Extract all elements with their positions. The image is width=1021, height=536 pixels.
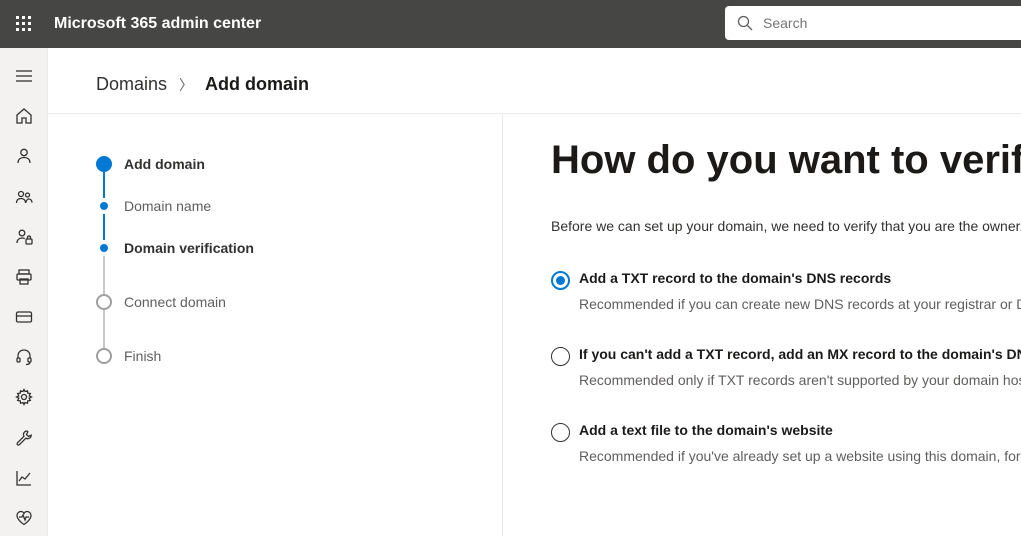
step-connect-domain: Connect domain: [96, 294, 502, 310]
step-label: Connect domain: [124, 294, 226, 310]
breadcrumb-current: Add domain: [205, 74, 309, 95]
step-marker-icon: [96, 348, 112, 364]
nav-groups[interactable]: [0, 179, 48, 215]
step-finish: Finish: [96, 348, 502, 364]
nav-setup[interactable]: [0, 420, 48, 456]
option-desc: Recommended if you can create new DNS re…: [579, 296, 1021, 312]
verification-panel: How do you want to verify your domain? B…: [503, 114, 1021, 536]
top-bar: Microsoft 365 admin center: [0, 0, 1021, 48]
page-heading: How do you want to verify your domain?: [551, 136, 1021, 184]
option-desc: Recommended only if TXT records aren't s…: [579, 372, 1021, 388]
heart-icon: [15, 509, 33, 527]
breadcrumb-parent[interactable]: Domains: [96, 74, 167, 95]
nav-roles[interactable]: [0, 219, 48, 255]
search-input[interactable]: [763, 15, 1009, 31]
search-icon: [737, 15, 753, 31]
verify-options: Add a TXT record to the domain's DNS rec…: [551, 270, 1021, 464]
nav-toggle-button[interactable]: [0, 58, 48, 94]
radio-icon[interactable]: [551, 347, 570, 366]
radio-icon[interactable]: [551, 271, 570, 290]
person-lock-icon: [15, 228, 33, 246]
card-icon: [15, 308, 33, 326]
option-text-file[interactable]: Add a text file to the domain's website …: [551, 422, 1021, 464]
step-domain-name[interactable]: Domain name: [96, 198, 502, 214]
step-label: Domain verification: [124, 240, 254, 256]
person-icon: [15, 147, 33, 165]
radio-icon[interactable]: [551, 423, 570, 442]
nav-billing[interactable]: [0, 299, 48, 335]
breadcrumb: Domains 〉 Add domain: [48, 48, 1021, 114]
hamburger-icon: [15, 67, 33, 85]
app-launcher-button[interactable]: [0, 0, 48, 48]
printer-icon: [15, 268, 33, 286]
option-title: Add a TXT record to the domain's DNS rec…: [579, 270, 1021, 286]
option-title: If you can't add a TXT record, add an MX…: [579, 346, 1021, 362]
chevron-right-icon: 〉: [179, 75, 193, 95]
app-title: Microsoft 365 admin center: [54, 15, 261, 33]
step-marker-icon: [96, 156, 112, 172]
step-marker-icon: [96, 294, 112, 310]
intro-text: Before we can set up your domain, we nee…: [551, 218, 1021, 234]
nav-health[interactable]: [0, 500, 48, 536]
wizard-steps: Add domain Domain name Domain verificati…: [48, 114, 503, 536]
main-content: Domains 〉 Add domain Add domain Domain n…: [48, 48, 1021, 536]
nav-rail: [0, 48, 48, 536]
nav-resources[interactable]: [0, 259, 48, 295]
step-label: Finish: [124, 348, 161, 364]
step-label: Domain name: [124, 198, 211, 214]
step-domain-verification[interactable]: Domain verification: [96, 240, 502, 256]
people-icon: [15, 188, 33, 206]
step-marker-icon: [100, 202, 108, 210]
option-mx-record[interactable]: If you can't add a TXT record, add an MX…: [551, 346, 1021, 388]
search-box[interactable]: [725, 6, 1021, 40]
nav-settings[interactable]: [0, 379, 48, 415]
nav-home[interactable]: [0, 98, 48, 134]
gear-icon: [15, 388, 33, 406]
nav-users[interactable]: [0, 138, 48, 174]
option-desc: Recommended if you've already set up a w…: [579, 448, 1021, 464]
step-label: Add domain: [124, 156, 205, 172]
wrench-icon: [15, 429, 33, 447]
step-marker-icon: [100, 244, 108, 252]
nav-support[interactable]: [0, 339, 48, 375]
chart-icon: [15, 469, 33, 487]
headset-icon: [15, 348, 33, 366]
step-add-domain: Add domain: [96, 156, 502, 172]
option-title: Add a text file to the domain's website: [579, 422, 1021, 438]
waffle-icon: [16, 16, 32, 32]
option-txt-record[interactable]: Add a TXT record to the domain's DNS rec…: [551, 270, 1021, 312]
home-icon: [15, 107, 33, 125]
nav-reports[interactable]: [0, 460, 48, 496]
